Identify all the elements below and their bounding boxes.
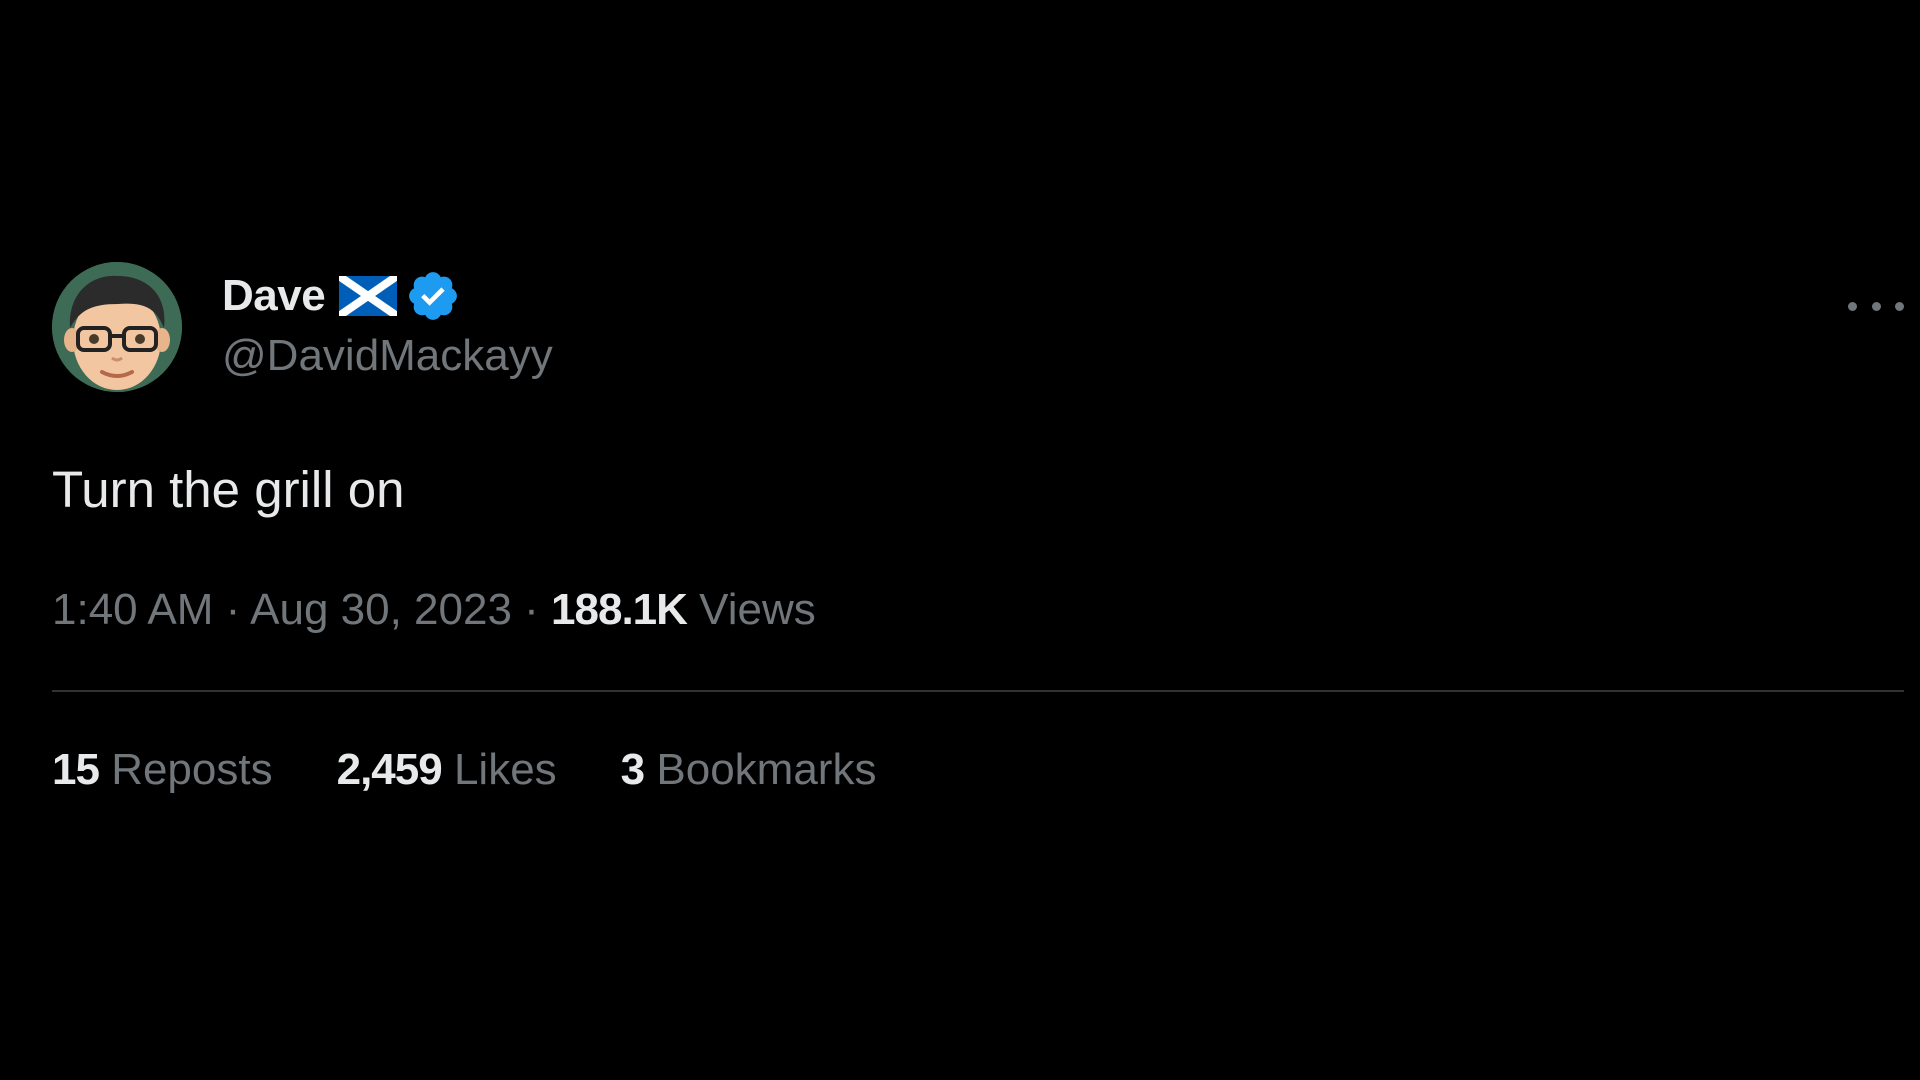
- avatar[interactable]: [52, 262, 182, 392]
- views-count: 188.1K: [551, 585, 688, 634]
- display-name-row: Dave: [222, 268, 553, 324]
- bookmarks-count: 3: [620, 745, 646, 794]
- likes-stat[interactable]: 2,459 Likes: [337, 742, 557, 798]
- more-options-icon[interactable]: [1848, 286, 1904, 326]
- display-name[interactable]: Dave: [222, 271, 326, 321]
- bookmarks-label: Bookmarks: [656, 745, 877, 794]
- author-handle[interactable]: @DavidMackayy: [222, 328, 553, 384]
- bookmarks-stat[interactable]: 3 Bookmarks: [621, 742, 877, 798]
- meta-separator: ·: [524, 585, 539, 634]
- scotland-flag-icon: [339, 276, 398, 316]
- tweet: Dave @DavidMackayy Turn the grill on 1:4…: [52, 262, 1904, 798]
- tweet-header: Dave @DavidMackayy: [52, 262, 1904, 396]
- reposts-count: 15: [52, 745, 100, 794]
- divider: [52, 690, 1904, 692]
- avatar-image: [52, 262, 182, 392]
- verified-badge-icon[interactable]: [405, 268, 461, 324]
- author-names: Dave @DavidMackayy: [222, 268, 553, 384]
- reposts-stat[interactable]: 15 Reposts: [52, 742, 273, 798]
- tweet-meta: 1:40 AM · Aug 30, 2023 · 188.1K Views: [52, 582, 1904, 638]
- tweet-date[interactable]: Aug 30, 2023: [250, 585, 512, 634]
- views-label: Views: [699, 585, 816, 634]
- tweet-time[interactable]: 1:40 AM: [52, 585, 213, 634]
- likes-label: Likes: [453, 745, 557, 794]
- likes-count: 2,459: [336, 745, 443, 794]
- more-dot: [1848, 301, 1857, 311]
- reposts-label: Reposts: [111, 745, 273, 794]
- more-dot: [1895, 301, 1904, 311]
- meta-separator: ·: [225, 585, 241, 634]
- more-dot: [1871, 301, 1881, 311]
- tweet-text: Turn the grill on: [52, 461, 405, 518]
- engagement-stats: 15 Reposts 2,459 Likes 3 Bookmarks: [52, 742, 1904, 798]
